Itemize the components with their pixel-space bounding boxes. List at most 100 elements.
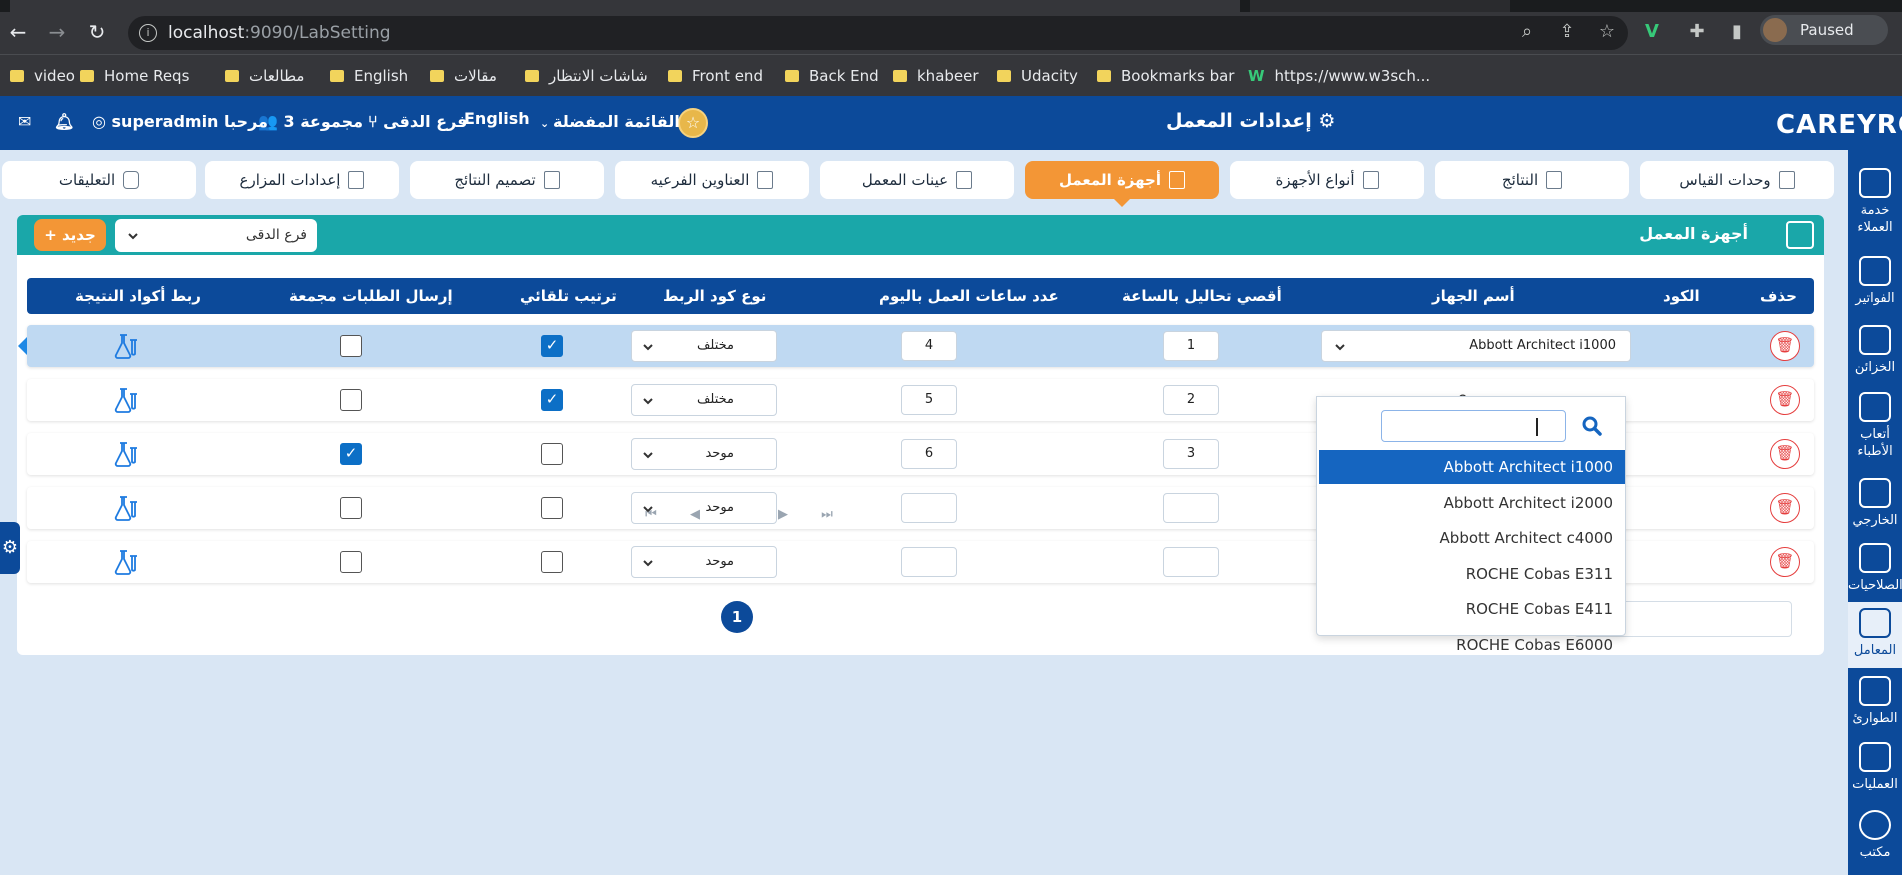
dropdown-option[interactable]: ROCHE Cobas E6000 <box>1319 628 1625 662</box>
bookmark-item[interactable]: video <box>10 66 75 88</box>
last-page-icon[interactable]: ⏭ <box>817 505 837 525</box>
work-hours-input[interactable]: 5 <box>901 385 957 415</box>
forward-icon[interactable]: → <box>46 21 68 43</box>
auto-order-checkbox[interactable] <box>541 443 563 465</box>
send-grouped-checkbox[interactable] <box>340 497 362 519</box>
link-code-type-select[interactable]: موحد <box>631 546 777 578</box>
favorites-menu[interactable]: ⌄ القائمة المفضلة <box>540 111 680 135</box>
language-toggle[interactable]: English <box>464 108 530 130</box>
settings-gear-tab[interactable]: ⚙ <box>0 522 20 574</box>
address-bar[interactable]: i localhost:9090/LabSetting <box>128 16 1628 50</box>
bookmark-item[interactable]: English <box>330 66 408 88</box>
max-analyses-input[interactable]: 1 <box>1163 331 1219 361</box>
bookmark-item[interactable]: Udacity <box>997 66 1078 88</box>
auto-order-checkbox[interactable] <box>541 497 563 519</box>
link-result-codes-icon[interactable] <box>112 494 140 522</box>
bookmark-item[interactable]: khabeer <box>893 66 979 88</box>
work-hours-input[interactable] <box>901 547 957 577</box>
sidebar-item-customer-service[interactable]: خدمة العملاء <box>1848 168 1902 236</box>
sidebar-item-labs[interactable]: المعامل <box>1848 602 1902 668</box>
user-greeting[interactable]: ◎ superadmin مرحبا <box>92 111 268 133</box>
sidebar-item-office[interactable]: مكتب <box>1848 810 1902 861</box>
max-analyses-input[interactable] <box>1163 547 1219 577</box>
send-grouped-checkbox[interactable] <box>340 335 362 357</box>
tab-comments[interactable]: التعليقات <box>2 161 196 199</box>
delete-button[interactable]: 🗑 <box>1770 493 1800 523</box>
site-info-icon[interactable]: i <box>139 24 157 42</box>
reload-icon[interactable]: ↻ <box>86 21 108 43</box>
dropdown-option[interactable]: Abbott Architect c4000 <box>1319 521 1625 555</box>
sidepanel-icon[interactable]: ▮ <box>1725 21 1749 43</box>
tab-result-design[interactable]: تصميم النتائج <box>410 161 604 199</box>
sidebar-item-treasuries[interactable]: الخزائن <box>1848 325 1902 376</box>
device-name-select[interactable]: Abbott Architect i1000 <box>1321 330 1631 362</box>
bookmark-item[interactable]: شاشات الانتظار <box>525 66 648 88</box>
extensions-puzzle-icon[interactable]: ✚ <box>1685 21 1709 43</box>
delete-button[interactable]: 🗑 <box>1770 331 1800 361</box>
tab-culture-settings[interactable]: إعدادات المزارع <box>205 161 399 199</box>
tab-measurement-units[interactable]: وحدات القياس <box>1640 161 1834 199</box>
bookmark-item[interactable]: Whttps://www.w3sch... <box>1248 66 1430 88</box>
profile-button[interactable]: Paused <box>1760 15 1888 45</box>
max-analyses-input[interactable]: 3 <box>1163 439 1219 469</box>
group-indicator[interactable]: 👥 مجموعة 3 <box>258 111 363 133</box>
max-analyses-input[interactable]: 2 <box>1163 385 1219 415</box>
search-icon[interactable] <box>1581 415 1603 437</box>
bookmark-item[interactable]: Home Reqs <box>80 66 189 88</box>
link-code-type-select[interactable]: مختلف <box>631 330 777 362</box>
dropdown-search-input[interactable] <box>1381 410 1566 442</box>
send-grouped-checkbox[interactable]: ✓ <box>340 443 362 465</box>
auto-order-checkbox[interactable] <box>541 551 563 573</box>
delete-button[interactable]: 🗑 <box>1770 547 1800 577</box>
branch-select[interactable]: فرع الدقى <box>115 219 317 252</box>
tab-lab-samples[interactable]: عينات المعمل <box>820 161 1014 199</box>
tab-device-types[interactable]: أنواع الأجهزة <box>1230 161 1424 199</box>
bell-icon[interactable]: 🔔︎ <box>54 111 74 133</box>
table-row[interactable]: 🗑8Abbott Architect i100014مختلف✓ <box>18 325 1814 367</box>
dropdown-option[interactable]: Abbott Architect i1000 <box>1319 450 1625 484</box>
back-icon[interactable]: ← <box>7 21 29 43</box>
favorites-star-icon[interactable]: ☆ <box>678 108 708 138</box>
mail-icon[interactable]: ✉ <box>18 111 31 133</box>
first-page-icon[interactable]: ⏮ <box>641 505 661 525</box>
page-current[interactable]: 1 <box>721 601 753 633</box>
bookmark-item[interactable]: Bookmarks bar <box>1097 66 1234 88</box>
bookmark-item[interactable]: Front end <box>668 66 763 88</box>
work-hours-input[interactable]: 4 <box>901 331 957 361</box>
send-grouped-checkbox[interactable] <box>340 389 362 411</box>
share-icon[interactable]: ⇪ <box>1555 21 1579 43</box>
max-analyses-input[interactable] <box>1163 493 1219 523</box>
sidebar-item-invoices[interactable]: الفواتير <box>1848 256 1902 307</box>
prev-page-icon[interactable]: ◀ <box>685 505 705 525</box>
tab-subtitles[interactable]: العناوين الفرعيه <box>615 161 809 199</box>
bookmark-star-icon[interactable]: ☆ <box>1595 21 1619 43</box>
link-result-codes-icon[interactable] <box>112 332 140 360</box>
link-result-codes-icon[interactable] <box>112 548 140 576</box>
send-grouped-checkbox[interactable] <box>340 551 362 573</box>
link-result-codes-icon[interactable] <box>112 386 140 414</box>
delete-button[interactable]: 🗑 <box>1770 385 1800 415</box>
bookmark-item[interactable]: Back End <box>785 66 879 88</box>
sidebar-item-permissions[interactable]: الصلاحيات <box>1848 543 1902 594</box>
link-code-type-select[interactable]: مختلف <box>631 384 777 416</box>
tab-results[interactable]: النتائج <box>1435 161 1629 199</box>
bookmark-item[interactable]: مقالات <box>430 66 497 88</box>
work-hours-input[interactable]: 6 <box>901 439 957 469</box>
branch-indicator[interactable]: ⑂ فرع الدقى <box>368 111 468 133</box>
zoom-icon[interactable]: ⌕ <box>1515 21 1539 43</box>
link-result-codes-icon[interactable] <box>112 440 140 468</box>
link-code-type-select[interactable]: موحد <box>631 438 777 470</box>
tab-lab-devices[interactable]: أجهزة المعمل <box>1025 161 1219 207</box>
dropdown-option[interactable]: ROCHE Cobas E411 <box>1319 592 1625 626</box>
auto-order-checkbox[interactable]: ✓ <box>541 389 563 411</box>
dropdown-option[interactable]: ROCHE Cobas E311 <box>1319 557 1625 591</box>
sidebar-item-operations[interactable]: العمليات <box>1848 742 1902 793</box>
delete-button[interactable]: 🗑 <box>1770 439 1800 469</box>
auto-order-checkbox[interactable]: ✓ <box>541 335 563 357</box>
sidebar-item-doctor-fees[interactable]: أتعاب الأطباء <box>1848 392 1902 460</box>
work-hours-input[interactable] <box>901 493 957 523</box>
sidebar-item-emergency[interactable]: الطوارئ <box>1848 676 1902 727</box>
next-page-icon[interactable]: ▶ <box>773 505 793 525</box>
bookmark-item[interactable]: مطالعات <box>225 66 304 88</box>
sidebar-item-external[interactable]: الخارجي <box>1848 478 1902 529</box>
